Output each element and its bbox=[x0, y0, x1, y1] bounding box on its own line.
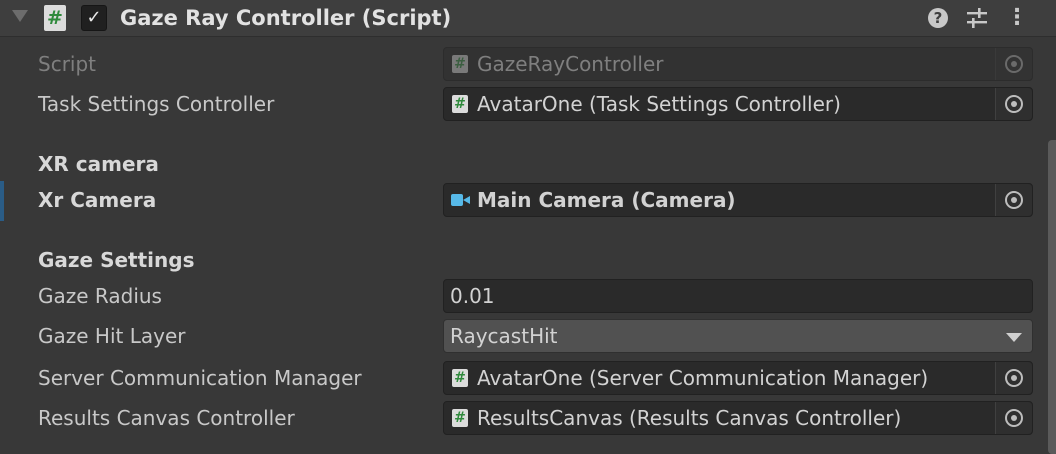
task-settings-controller-value: AvatarOne (Task Settings Controller) bbox=[477, 92, 841, 116]
object-picker-icon[interactable] bbox=[995, 184, 1032, 216]
script-icon: # bbox=[44, 5, 66, 31]
task-settings-controller-field[interactable]: # AvatarOne (Task Settings Controller) bbox=[443, 87, 1033, 121]
results-canvas-controller-value: ResultsCanvas (Results Canvas Controller… bbox=[477, 406, 902, 430]
object-picker-icon[interactable] bbox=[995, 402, 1032, 434]
script-icon: # bbox=[452, 369, 468, 387]
gaze-hit-layer-value: RaycastHit bbox=[450, 324, 558, 348]
presets-icon[interactable] bbox=[964, 5, 990, 31]
results-canvas-controller-field[interactable]: # ResultsCanvas (Results Canvas Controll… bbox=[443, 401, 1033, 435]
xr-camera-label: Xr Camera bbox=[38, 188, 157, 212]
object-picker-icon bbox=[995, 48, 1032, 80]
scrollbar[interactable] bbox=[1048, 140, 1056, 454]
chevron-down-icon bbox=[1006, 333, 1022, 342]
component-title: Gaze Ray Controller (Script) bbox=[120, 6, 452, 30]
task-settings-controller-label: Task Settings Controller bbox=[38, 92, 275, 116]
gaze-radius-input[interactable]: 0.01 bbox=[443, 279, 1033, 313]
foldout-arrow-icon[interactable] bbox=[12, 10, 28, 22]
gaze-settings-header: Gaze Settings bbox=[38, 248, 195, 272]
gaze-radius-label: Gaze Radius bbox=[38, 284, 162, 308]
help-icon[interactable]: ? bbox=[925, 5, 951, 31]
server-communication-manager-value: AvatarOne (Server Communication Manager) bbox=[477, 366, 929, 390]
camera-icon bbox=[451, 194, 471, 206]
xr-camera-value: Main Camera (Camera) bbox=[477, 188, 736, 212]
selection-marker bbox=[0, 181, 4, 221]
component-enabled-checkbox[interactable]: ✓ bbox=[81, 5, 107, 31]
xr-camera-header: XR camera bbox=[38, 152, 159, 176]
script-field: # GazeRayController bbox=[443, 47, 1033, 81]
script-icon: # bbox=[452, 55, 468, 73]
context-menu-icon[interactable]: ⋮ bbox=[1004, 5, 1030, 31]
script-label: Script bbox=[38, 52, 97, 76]
inspector-component-panel: # ✓ Gaze Ray Controller (Script) ? ⋮ Scr… bbox=[0, 0, 1056, 454]
script-icon: # bbox=[452, 95, 468, 113]
server-communication-manager-field[interactable]: # AvatarOne (Server Communication Manage… bbox=[443, 361, 1033, 395]
object-picker-icon[interactable] bbox=[995, 362, 1032, 394]
gaze-radius-value: 0.01 bbox=[450, 284, 495, 308]
server-communication-manager-label: Server Communication Manager bbox=[38, 366, 362, 390]
gaze-hit-layer-label: Gaze Hit Layer bbox=[38, 324, 186, 348]
xr-camera-field[interactable]: Main Camera (Camera) bbox=[443, 183, 1033, 217]
results-canvas-controller-label: Results Canvas Controller bbox=[38, 406, 295, 430]
object-picker-icon[interactable] bbox=[995, 88, 1032, 120]
component-header[interactable]: # ✓ Gaze Ray Controller (Script) ? ⋮ bbox=[0, 0, 1056, 37]
gaze-hit-layer-dropdown[interactable]: RaycastHit bbox=[443, 319, 1033, 353]
script-icon: # bbox=[452, 409, 468, 427]
script-field-value: GazeRayController bbox=[477, 52, 664, 76]
